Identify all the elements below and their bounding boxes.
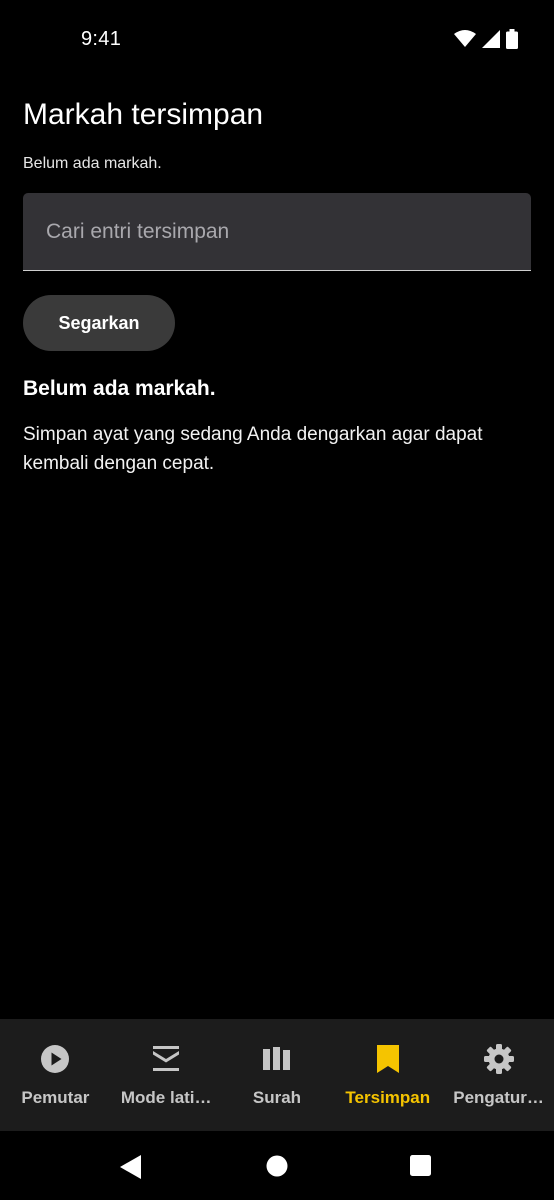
search-field[interactable] bbox=[23, 193, 531, 271]
home-icon[interactable] bbox=[266, 1155, 288, 1177]
empty-state-heading: Belum ada markah. bbox=[23, 377, 216, 400]
nav-item-pengaturan[interactable]: Pengatur… bbox=[443, 1019, 554, 1131]
status-bar: 9:41 bbox=[0, 0, 554, 80]
signal-icon bbox=[482, 30, 500, 48]
status-icons bbox=[454, 29, 518, 49]
battery-icon bbox=[506, 29, 518, 49]
nav-label: Surah bbox=[252, 1088, 302, 1107]
nav-item-mode-latihan[interactable]: Mode lati… bbox=[111, 1019, 222, 1131]
recents-icon[interactable] bbox=[410, 1155, 431, 1176]
page-title: Markah tersimpan bbox=[23, 98, 264, 131]
wifi-icon bbox=[454, 30, 476, 47]
bookmark-icon bbox=[372, 1043, 404, 1075]
empty-state-body: Simpan ayat yang sedang Anda dengarkan a… bbox=[23, 424, 483, 474]
search-input[interactable] bbox=[23, 193, 531, 270]
play-circle-icon bbox=[39, 1043, 71, 1075]
status-time: 9:41 bbox=[81, 28, 122, 50]
nav-label: Pengatur… bbox=[453, 1088, 544, 1107]
system-navigation-bar bbox=[0, 1131, 554, 1200]
gear-icon bbox=[483, 1043, 515, 1075]
nav-label: Tersimpan bbox=[345, 1088, 431, 1107]
screen: 9:41 Markah tersimpan Belum ada markah. … bbox=[0, 0, 554, 1200]
nav-label: Mode lati… bbox=[120, 1088, 212, 1107]
bottom-navigation: Pemutar Mode lati… Surah Tersimpan Penga… bbox=[0, 1019, 554, 1131]
page-subtitle: Belum ada markah. bbox=[23, 155, 162, 172]
nav-item-pemutar[interactable]: Pemutar bbox=[0, 1019, 111, 1131]
practice-stack-icon bbox=[150, 1043, 182, 1075]
back-icon[interactable] bbox=[120, 1155, 142, 1179]
refresh-button[interactable]: Segarkan bbox=[23, 295, 175, 351]
nav-item-surah[interactable]: Surah bbox=[222, 1019, 333, 1131]
books-icon bbox=[261, 1043, 293, 1075]
nav-item-tersimpan[interactable]: Tersimpan bbox=[332, 1019, 443, 1131]
nav-label: Pemutar bbox=[21, 1088, 90, 1107]
